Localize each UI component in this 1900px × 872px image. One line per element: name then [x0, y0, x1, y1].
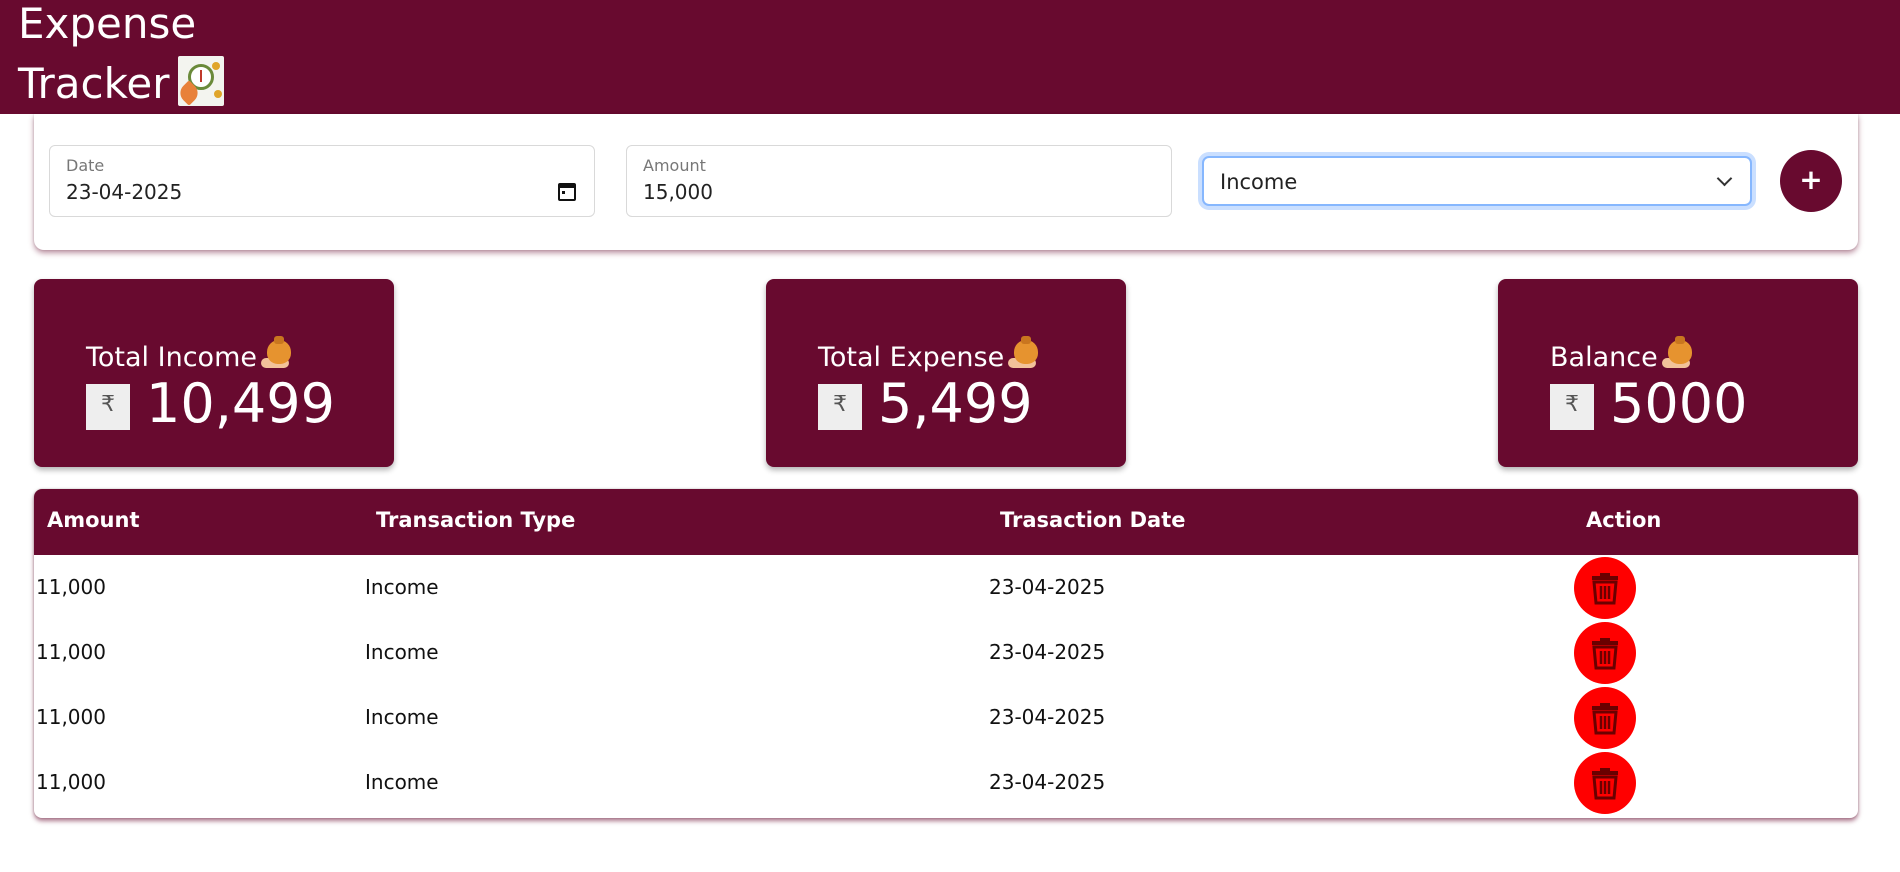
transaction-form: Date 23-04-2025 Amount 15,000 Income +	[34, 114, 1858, 250]
amount-field[interactable]: Amount 15,000	[626, 145, 1172, 217]
balance-value: 5000	[1610, 372, 1748, 435]
row-date: 23-04-2025	[989, 575, 1106, 599]
row-date: 23-04-2025	[989, 705, 1106, 729]
amount-value[interactable]: 15,000	[643, 180, 713, 204]
amount-label: Amount	[643, 156, 706, 175]
app-title-line2-text: Tracker	[18, 59, 170, 108]
header-transaction-type: Transaction Type	[376, 508, 576, 532]
delete-button[interactable]	[1574, 622, 1636, 684]
trash-icon	[1592, 638, 1618, 670]
app-title-line2: Tracker	[18, 54, 224, 114]
app-title-line1: Expense	[18, 0, 197, 48]
row-type: Income	[365, 640, 439, 664]
trash-icon	[1592, 768, 1618, 800]
rupee-icon: ₹	[86, 384, 130, 430]
date-field[interactable]: Date 23-04-2025	[49, 145, 595, 217]
table-row: 11,000 Income 23-04-2025	[34, 620, 1858, 685]
row-date: 23-04-2025	[989, 770, 1106, 794]
transactions-table: Amount Transaction Type Trasaction Date …	[34, 489, 1858, 818]
transaction-type-selected: Income	[1220, 170, 1298, 194]
row-amount: 11,000	[36, 575, 106, 599]
add-transaction-button[interactable]: +	[1780, 150, 1842, 212]
total-income-card: Total Income ₹ 10,499	[34, 279, 394, 467]
total-expense-value: 5,499	[878, 372, 1033, 435]
delete-button[interactable]	[1574, 752, 1636, 814]
row-amount: 11,000	[36, 640, 106, 664]
rupee-icon: ₹	[1550, 384, 1594, 430]
rupee-icon: ₹	[818, 384, 862, 430]
delete-button[interactable]	[1574, 687, 1636, 749]
calendar-icon[interactable]	[558, 183, 576, 201]
table-header: Amount Transaction Type Trasaction Date …	[34, 489, 1858, 555]
money-bag-icon	[261, 334, 295, 374]
row-amount: 11,000	[36, 705, 106, 729]
trash-icon	[1592, 703, 1618, 735]
row-type: Income	[365, 575, 439, 599]
chevron-down-icon	[1716, 170, 1733, 187]
table-row: 11,000 Income 23-04-2025	[34, 750, 1858, 815]
header-action: Action	[1586, 508, 1662, 532]
row-type: Income	[365, 705, 439, 729]
expense-logo-icon	[177, 56, 224, 106]
header-amount: Amount	[47, 508, 140, 532]
row-date: 23-04-2025	[989, 640, 1106, 664]
header-transaction-date: Trasaction Date	[1000, 508, 1186, 532]
row-type: Income	[365, 770, 439, 794]
row-amount: 11,000	[36, 770, 106, 794]
transaction-type-select[interactable]: Income	[1202, 156, 1752, 206]
date-value[interactable]: 23-04-2025	[66, 180, 182, 204]
total-income-label-wrap: Total Income	[86, 334, 295, 374]
total-expense-card: Total Expense ₹ 5,499	[766, 279, 1126, 467]
money-bag-icon	[1008, 334, 1042, 374]
balance-card: Balance ₹ 5000	[1498, 279, 1858, 467]
date-label: Date	[66, 156, 105, 175]
total-income-value: 10,499	[146, 372, 335, 435]
balance-label-wrap: Balance	[1550, 334, 1696, 374]
app-header: Expense Tracker	[0, 0, 1900, 114]
app-title: Expense Tracker	[18, 0, 224, 114]
delete-button[interactable]	[1574, 557, 1636, 619]
total-expense-label-wrap: Total Expense	[818, 334, 1042, 374]
trash-icon	[1592, 573, 1618, 605]
table-row: 11,000 Income 23-04-2025	[34, 555, 1858, 620]
money-bag-icon	[1661, 334, 1696, 374]
table-row: 11,000 Income 23-04-2025	[34, 685, 1858, 750]
